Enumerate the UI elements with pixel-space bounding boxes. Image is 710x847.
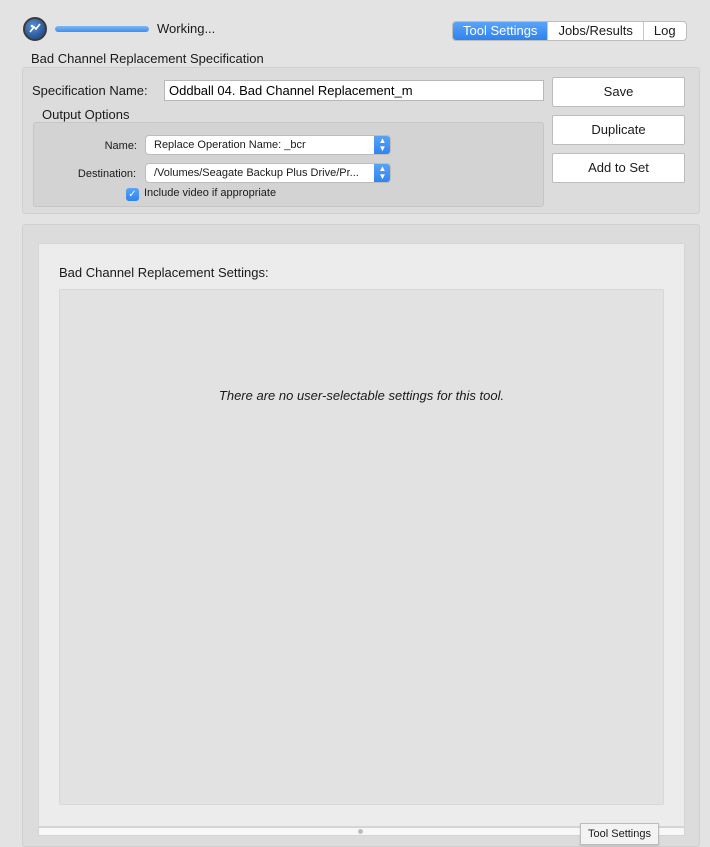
progress-bar-fill <box>55 26 149 32</box>
tab-log[interactable]: Log <box>644 22 686 40</box>
chevron-up-down-icon: ▲ ▼ <box>374 136 390 154</box>
tab-tool-settings[interactable]: Tool Settings <box>453 22 549 40</box>
destination-value: /Volumes/Seagate Backup Plus Drive/Pr... <box>154 167 359 179</box>
settings-content-area <box>59 289 664 805</box>
spec-name-label: Specification Name: <box>32 83 148 98</box>
destination-popup[interactable]: /Volumes/Seagate Backup Plus Drive/Pr...… <box>145 163 391 183</box>
output-options-title: Output Options <box>42 107 130 122</box>
spec-section-title: Bad Channel Replacement Specification <box>31 51 264 66</box>
chevron-up-down-icon: ▲ ▼ <box>374 164 390 182</box>
duplicate-button[interactable]: Duplicate <box>552 115 685 145</box>
settings-title: Bad Channel Replacement Settings: <box>59 265 269 280</box>
tab-jobs-results[interactable]: Jobs/Results <box>548 22 644 40</box>
add-to-set-button[interactable]: Add to Set <box>552 153 685 183</box>
progress-bar <box>55 26 149 32</box>
resize-handle-icon[interactable] <box>358 829 363 834</box>
view-tabs: Tool Settings Jobs/Results Log <box>452 21 687 41</box>
status-label: Working... <box>157 21 216 36</box>
output-name-value: Replace Operation Name: _bcr <box>154 139 306 151</box>
spec-name-input[interactable] <box>164 80 544 101</box>
no-settings-message: There are no user-selectable settings fo… <box>218 388 505 403</box>
save-button[interactable]: Save <box>552 77 685 107</box>
tooltip: Tool Settings <box>580 823 659 845</box>
app-icon <box>23 17 47 41</box>
include-video-checkbox[interactable]: ✓ <box>126 188 139 201</box>
output-name-popup[interactable]: Replace Operation Name: _bcr ▲ ▼ <box>145 135 391 155</box>
output-name-label: Name: <box>104 140 137 152</box>
destination-label: Destination: <box>77 168 136 180</box>
include-video-label: Include video if appropriate <box>144 187 277 199</box>
